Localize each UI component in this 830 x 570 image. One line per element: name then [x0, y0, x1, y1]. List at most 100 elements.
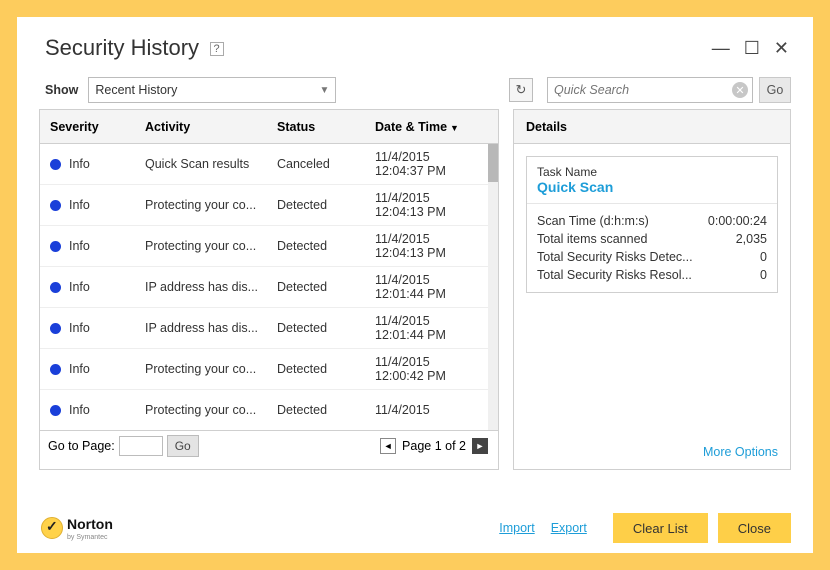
norton-logo: Norton by Symantec [41, 516, 113, 541]
severity-dot-icon [50, 200, 61, 211]
toolbar: Show Recent History ▼ ↻ ✕ Go [17, 71, 813, 109]
stat-value: 2,035 [736, 232, 767, 246]
pager: Go to Page: Go ◄ Page 1 of 2 ► [40, 430, 498, 460]
status-text: Detected [277, 239, 375, 253]
stat-value: 0 [760, 250, 767, 264]
severity-dot-icon [50, 364, 61, 375]
severity-dot-icon [50, 323, 61, 334]
help-icon[interactable]: ? [210, 42, 224, 56]
table-row[interactable]: Info Quick Scan resultsCanceled11/4/20151… [40, 144, 498, 185]
status-text: Canceled [277, 157, 375, 171]
activity-text: Protecting your co... [145, 239, 277, 253]
activity-text: Quick Scan results [145, 157, 277, 171]
stat-label: Total Security Risks Detec... [537, 250, 693, 264]
history-filter-dropdown[interactable]: Recent History ▼ [88, 77, 336, 103]
clear-search-icon[interactable]: ✕ [732, 82, 748, 98]
status-text: Detected [277, 403, 375, 417]
search-go-button[interactable]: Go [759, 77, 791, 103]
brand-name: Norton [67, 516, 113, 532]
severity-text: Info [69, 280, 90, 294]
datetime-text: 11/4/201512:00:42 PM [375, 355, 488, 383]
severity-text: Info [69, 198, 90, 212]
page-title: Security History [45, 35, 199, 60]
maximize-icon[interactable]: ☐ [744, 38, 760, 59]
search-input[interactable] [554, 83, 732, 97]
status-text: Detected [277, 280, 375, 294]
stat-label: Total items scanned [537, 232, 647, 246]
close-button[interactable]: Close [718, 513, 791, 543]
severity-dot-icon [50, 282, 61, 293]
task-name-value: Quick Scan [537, 179, 767, 195]
history-table: Severity Activity Status Date & Time▼ In… [39, 109, 499, 470]
clear-list-button[interactable]: Clear List [613, 513, 708, 543]
brand-sub: by Symantec [67, 534, 113, 541]
refresh-button[interactable]: ↻ [509, 78, 533, 102]
severity-dot-icon [50, 159, 61, 170]
stat-value: 0 [760, 268, 767, 282]
severity-text: Info [69, 362, 90, 376]
dropdown-value: Recent History [95, 83, 177, 97]
next-page-button[interactable]: ► [472, 438, 488, 454]
goto-page-label: Go to Page: [48, 439, 115, 453]
task-name-label: Task Name [537, 165, 767, 179]
minimize-icon[interactable]: — [712, 38, 730, 59]
more-options-link[interactable]: More Options [514, 435, 790, 469]
table-row[interactable]: InfoProtecting your co...Detected11/4/20… [40, 349, 498, 390]
col-severity[interactable]: Severity [50, 120, 145, 134]
status-text: Detected [277, 198, 375, 212]
severity-dot-icon [50, 405, 61, 416]
datetime-text: 11/4/201512:01:44 PM [375, 273, 488, 301]
datetime-text: 11/4/2015 [375, 403, 488, 417]
footer: Norton by Symantec Import Export Clear L… [17, 503, 813, 553]
severity-text: Info [69, 157, 90, 171]
activity-text: IP address has dis... [145, 321, 277, 335]
col-datetime[interactable]: Date & Time▼ [375, 120, 488, 134]
stat-value: 0:00:00:24 [708, 214, 767, 228]
severity-text: Info [69, 321, 90, 335]
table-row[interactable]: InfoProtecting your co...Detected11/4/20… [40, 390, 498, 430]
chevron-down-icon: ▼ [319, 85, 329, 96]
col-status[interactable]: Status [277, 120, 375, 134]
titlebar: Security History ? — ☐ ✕ [17, 17, 813, 71]
activity-text: Protecting your co... [145, 362, 277, 376]
table-row[interactable]: Info Protecting your co...Detected11/4/20… [40, 185, 498, 226]
col-activity[interactable]: Activity [145, 120, 277, 134]
stat-label: Scan Time (d:h:m:s) [537, 214, 649, 228]
sort-desc-icon: ▼ [450, 123, 459, 133]
scrollbar[interactable] [488, 144, 498, 430]
prev-page-button[interactable]: ◄ [380, 438, 396, 454]
stat-label: Total Security Risks Resol... [537, 268, 692, 282]
severity-text: Info [69, 239, 90, 253]
stat-row: Total Security Risks Detec... 0 [537, 248, 767, 266]
scroll-thumb[interactable] [488, 144, 498, 182]
stat-row: Total Security Risks Resol... 0 [537, 266, 767, 284]
security-history-window: Security History ? — ☐ ✕ Show Recent His… [17, 17, 813, 553]
stat-row: Total items scanned 2,035 [537, 230, 767, 248]
show-label: Show [45, 83, 78, 97]
page-indicator: Page 1 of 2 [402, 439, 466, 453]
status-text: Detected [277, 321, 375, 335]
datetime-text: 11/4/201512:01:44 PM [375, 314, 488, 342]
goto-page-input[interactable] [119, 436, 163, 456]
table-header: Severity Activity Status Date & Time▼ [40, 110, 498, 144]
activity-text: Protecting your co... [145, 198, 277, 212]
table-body: InfoQuick Scan resultsCanceled11/4/20151… [40, 144, 498, 430]
goto-page-button[interactable]: Go [167, 435, 199, 457]
severity-text: Info [69, 403, 90, 417]
table-row[interactable]: Info Protecting your co...Detected11/4/20… [40, 226, 498, 267]
details-panel: Details Task Name Quick Scan Scan Time (… [513, 109, 791, 470]
export-link[interactable]: Export [551, 521, 587, 535]
norton-check-icon [41, 517, 63, 539]
datetime-text: 11/4/201512:04:13 PM [375, 191, 488, 219]
search-input-wrap: ✕ [547, 77, 753, 103]
activity-text: IP address has dis... [145, 280, 277, 294]
datetime-text: 11/4/201512:04:13 PM [375, 232, 488, 260]
stat-row: Scan Time (d:h:m:s) 0:00:00:24 [537, 212, 767, 230]
detail-card: Task Name Quick Scan Scan Time (d:h:m:s)… [526, 156, 778, 293]
import-link[interactable]: Import [499, 521, 534, 535]
close-icon[interactable]: ✕ [774, 38, 789, 59]
table-row[interactable]: Info IP address has dis...Detected11/4/20… [40, 308, 498, 349]
table-row[interactable]: Info IP address has dis...Detected11/4/20… [40, 267, 498, 308]
severity-dot-icon [50, 241, 61, 252]
datetime-text: 11/4/201512:04:37 PM [375, 150, 488, 178]
